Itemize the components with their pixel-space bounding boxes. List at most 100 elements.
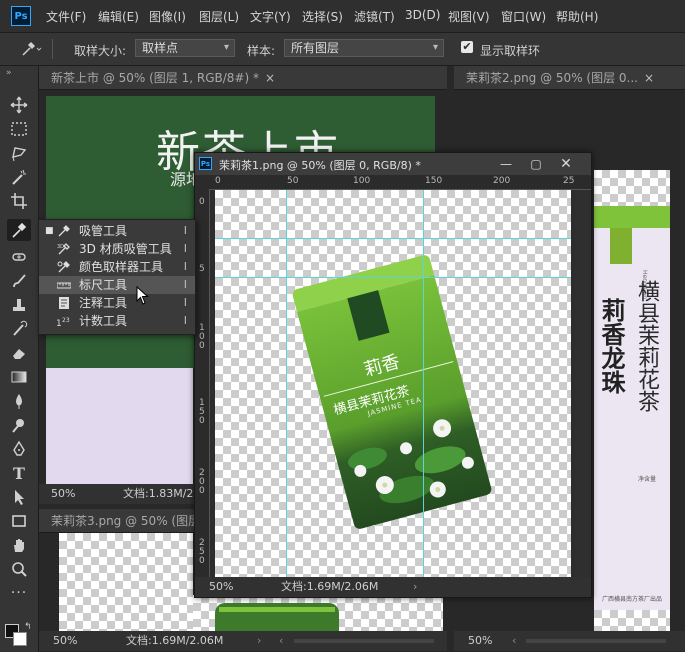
scroll-left-icon[interactable]: ‹ (512, 631, 516, 651)
close-window-button[interactable]: ✕ (551, 153, 581, 175)
menu-filter[interactable]: 滤镜(T) (354, 8, 395, 25)
right-doc-canvas[interactable]: HengXian 莉香龙珠 横县茉莉花茶 净含量 广西横县南方茶厂出品 (594, 170, 670, 638)
svg-text:23: 23 (62, 317, 70, 324)
menu-image[interactable]: 图像(I) (149, 8, 186, 25)
doc-titlebar[interactable]: Ps 茉莉茶1.png @ 50% (图层 0, RGB/8) * — ▢ ✕ (195, 153, 591, 175)
status-menu-arrow-icon[interactable]: › (413, 577, 417, 597)
flyout-item-color-sampler[interactable]: 颜色取样器工具 I (39, 258, 195, 276)
flyout-item-3d-eyedropper[interactable]: 3D 3D 材质吸管工具 I (39, 240, 195, 258)
sample-select[interactable]: 所有图层 ▾ (284, 39, 444, 57)
collapse-arrows-icon[interactable]: » (6, 68, 12, 78)
move-tool-icon[interactable] (7, 94, 31, 116)
spot-healing-tool-icon[interactable] (7, 246, 31, 268)
flyout-label: 3D 材质吸管工具 (79, 242, 172, 256)
scroll-left-icon[interactable]: ‹ (279, 631, 283, 651)
bottom-left-canvas-b[interactable] (193, 595, 443, 631)
horizontal-ruler[interactable]: 0 50 100 150 200 25 (195, 175, 591, 190)
guide-horizontal-1[interactable] (215, 238, 571, 239)
menu-layer[interactable]: 图层(L) (199, 8, 239, 25)
right-can-label: HengXian 莉香龙珠 横县茉莉花茶 净含量 广西横县南方茶厂出品 (594, 228, 670, 610)
eyedropper-preset-icon[interactable] (20, 41, 42, 57)
ruler-h-tick: 150 (425, 176, 443, 186)
flyout-item-ruler[interactable]: 标尺工具 I (39, 276, 195, 294)
ps-doc-icon: Ps (199, 157, 212, 170)
hand-tool-icon[interactable] (7, 534, 31, 556)
swap-colors-icon[interactable]: ↰ (24, 622, 32, 632)
menu-window[interactable]: 窗口(W) (501, 8, 546, 25)
magic-wand-tool-icon[interactable] (7, 166, 31, 188)
photoshop-logo: Ps (11, 6, 31, 26)
history-brush-tool-icon[interactable] (7, 318, 31, 340)
gradient-tool-icon[interactable] (7, 366, 31, 388)
menu-type[interactable]: 文字(Y) (250, 8, 291, 25)
menu-view[interactable]: 视图(V) (448, 8, 490, 25)
path-selection-tool-icon[interactable] (7, 486, 31, 508)
guide-vertical-2[interactable] (423, 190, 424, 577)
scroll-right-icon[interactable]: › (257, 631, 261, 651)
close-icon[interactable]: × (644, 71, 654, 85)
eraser-tool-icon[interactable] (7, 342, 31, 364)
vertical-ruler[interactable]: 0 5 1 0 0 1 5 0 2 0 0 2 5 0 (195, 189, 210, 579)
options-divider (52, 39, 53, 59)
rectangle-tool-icon[interactable] (7, 510, 31, 532)
blur-tool-icon[interactable] (7, 390, 31, 412)
ruler-v-tick: 2 0 0 (199, 468, 205, 496)
close-icon[interactable]: × (265, 71, 275, 85)
sample-size-select[interactable]: 取样点 ▾ (135, 39, 235, 57)
flyout-item-count[interactable]: 1 23 计数工具 I (39, 312, 195, 330)
left-doc-info[interactable]: 文档:1.83M/2 (123, 484, 193, 504)
clone-stamp-tool-icon[interactable] (7, 294, 31, 316)
tab-jasmine-3-label: 茉莉茶3.png @ 50% (图层 (51, 514, 194, 528)
menu-3d[interactable]: 3D(D) (405, 8, 440, 22)
right-small-text: 净含量 (638, 476, 657, 483)
right-doc-zoom[interactable]: 50% (468, 631, 492, 651)
bottom-left-canvas-a[interactable] (59, 533, 193, 631)
ruler-icon (57, 282, 71, 289)
sample-size-label: 取样大小: (74, 44, 127, 58)
lasso-tool-icon[interactable] (7, 142, 31, 164)
floating-doc-zoom[interactable]: 50% (209, 577, 233, 597)
flyout-item-eyedropper[interactable]: ■ 吸管工具 I (39, 222, 195, 240)
maximize-button[interactable]: ▢ (521, 153, 551, 175)
eyedropper-tool-flyout: ■ 吸管工具 I 3D 3D 材质吸管工具 I 颜色取样器工具 I 标尺工具 I… (38, 219, 196, 335)
left-doc-lavender-block (46, 368, 193, 484)
minimize-button[interactable]: — (491, 153, 521, 175)
dodge-tool-icon[interactable] (7, 414, 31, 436)
active-tool-bullet-icon: ■ (45, 226, 54, 236)
show-ring-checkbox[interactable]: ✔ (461, 41, 473, 53)
guide-vertical-1[interactable] (286, 190, 287, 577)
brush-tool-icon[interactable] (7, 270, 31, 292)
floating-doc-canvas[interactable]: 莉香 横县茉莉花茶 JASMINE TEA (215, 190, 571, 577)
floating-doc-info[interactable]: 文档:1.69M/2.06M (281, 577, 378, 597)
right-h-scrollbar[interactable] (526, 639, 666, 643)
menu-select[interactable]: 选择(S) (302, 8, 343, 25)
marquee-tool-icon[interactable] (7, 118, 31, 140)
menu-help[interactable]: 帮助(H) (556, 8, 598, 25)
guide-horizontal-2[interactable] (215, 277, 571, 278)
ruler-h-tick: 100 (353, 176, 371, 186)
bottom-left-doc-info[interactable]: 文档:1.69M/2.06M (126, 631, 223, 651)
menu-edit[interactable]: 编辑(E) (98, 8, 139, 25)
menu-file[interactable]: 文件(F) (46, 8, 86, 25)
bottom-left-zoom[interactable]: 50% (53, 631, 77, 651)
tab-new-tea[interactable]: 新茶上市 @ 50% (图层 1, RGB/8#) * × (39, 66, 447, 90)
floating-v-scrollbar[interactable] (575, 190, 589, 577)
background-color-swatch[interactable] (13, 632, 27, 646)
flyout-item-note[interactable]: 注释工具 I (39, 294, 195, 312)
zoom-tool-icon[interactable] (7, 558, 31, 580)
flyout-label: 吸管工具 (79, 224, 128, 238)
left-doc-zoom[interactable]: 50% (51, 484, 75, 504)
flyout-label: 注释工具 (79, 296, 128, 310)
type-tool-icon[interactable]: T (7, 462, 31, 484)
bottom-can-rim (219, 607, 335, 612)
sample-label: 样本: (247, 44, 276, 58)
tab-jasmine-3[interactable]: 茉莉茶3.png @ 50% (图层 (39, 509, 194, 533)
pen-tool-icon[interactable] (7, 438, 31, 460)
jasmine-flowers-illustration (347, 419, 474, 504)
more-tools-icon[interactable]: ··· (7, 582, 31, 604)
crop-tool-icon[interactable] (7, 190, 31, 212)
eyedropper-tool-icon[interactable] (7, 219, 31, 241)
bottom-h-scrollbar[interactable] (294, 639, 434, 643)
floating-document-window: Ps 茉莉茶1.png @ 50% (图层 0, RGB/8) * — ▢ ✕ … (194, 152, 592, 598)
tab-jasmine-2[interactable]: 茉莉茶2.png @ 50% (图层 0... × (454, 66, 685, 90)
